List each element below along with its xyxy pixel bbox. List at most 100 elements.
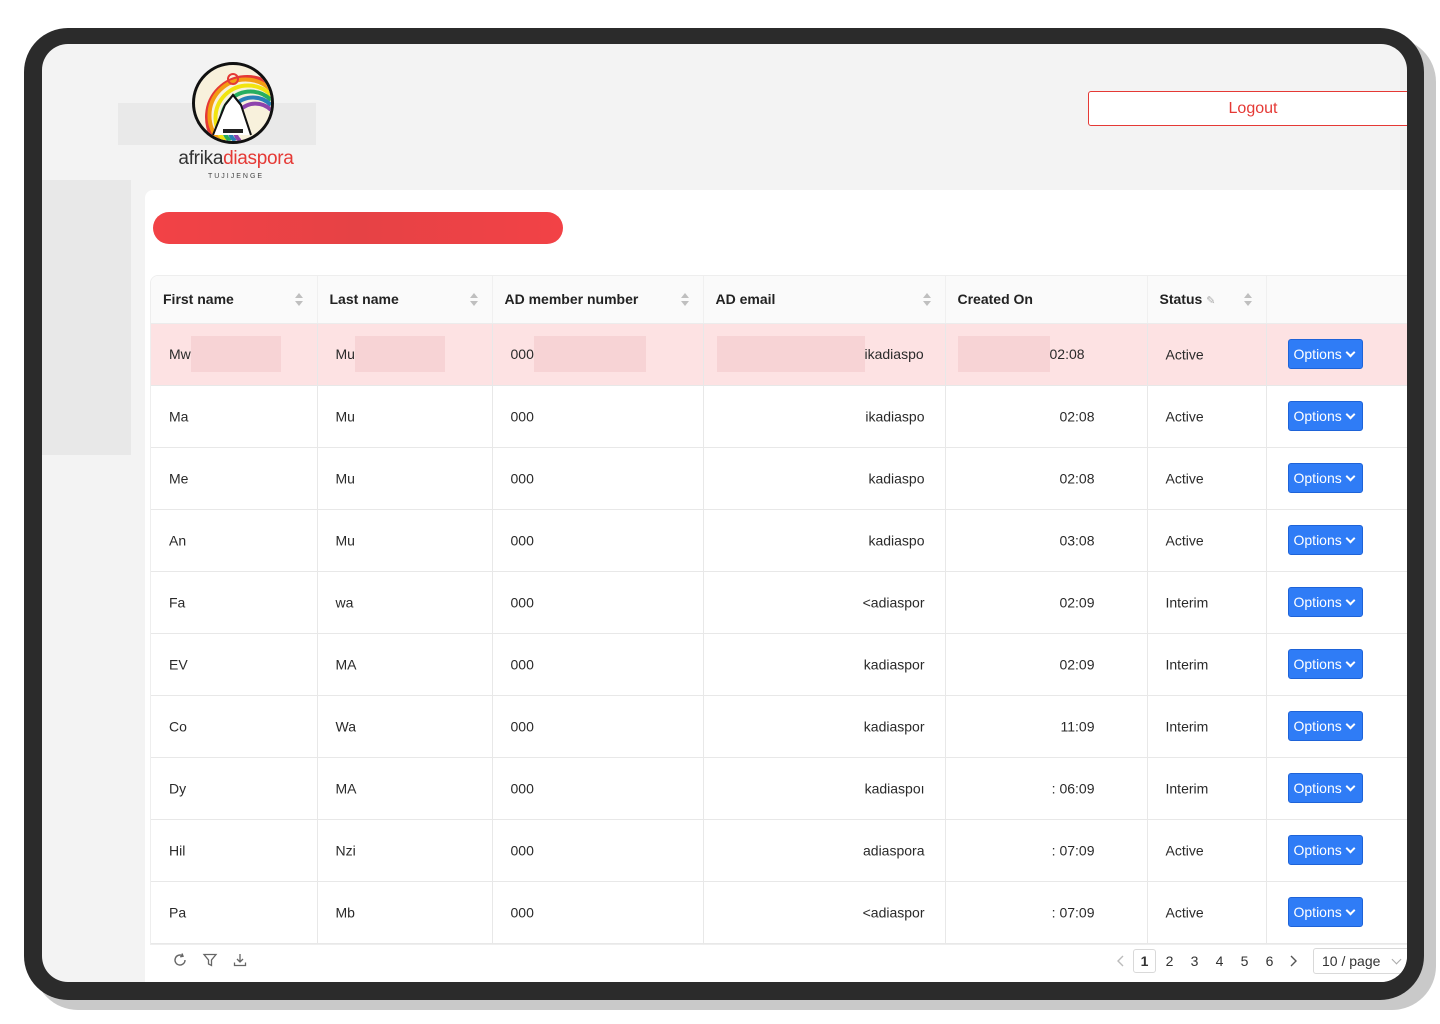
options-button-label: Options — [1293, 346, 1342, 362]
col-last-name[interactable]: Last name — [317, 276, 493, 324]
options-button[interactable]: Options — [1287, 525, 1363, 555]
page-size-select[interactable]: 10 / page — [1313, 948, 1407, 974]
chevron-left-icon[interactable] — [1111, 949, 1131, 973]
cell-member-value: 000 — [510, 904, 534, 921]
sort-icon[interactable] — [922, 293, 931, 307]
cell-created: 02:09 — [945, 633, 1148, 696]
options-button[interactable]: Options — [1287, 401, 1363, 431]
cell-status-value: Interim — [1165, 780, 1209, 797]
cell-created: : 07:09 — [945, 819, 1148, 882]
download-icon[interactable] — [232, 952, 248, 973]
cell-actions: Options — [1266, 509, 1407, 572]
cell-status: Active — [1147, 819, 1267, 882]
cell-first: Ma — [151, 385, 318, 448]
cell-status: Active — [1147, 323, 1267, 386]
page-1[interactable]: 1 — [1133, 949, 1156, 973]
cell-member-value: 000 — [510, 842, 534, 859]
cell-status-value: Active — [1165, 470, 1204, 487]
options-button[interactable]: Options — [1287, 711, 1363, 741]
page-size-label: 10 / page — [1322, 953, 1381, 969]
col-created-on: Created On — [945, 276, 1148, 324]
options-button[interactable]: Options — [1287, 463, 1363, 493]
options-button[interactable]: Options — [1287, 835, 1363, 865]
table-row: An Mu 000 kadiaspo 03:08 Active Options — [151, 509, 1407, 572]
options-button[interactable]: Options — [1287, 339, 1363, 369]
page-3[interactable]: 3 — [1183, 949, 1206, 973]
cell-first: An — [151, 509, 318, 572]
cell-actions: Options — [1266, 571, 1407, 634]
cell-member: 000 — [492, 571, 704, 634]
options-button-label: Options — [1293, 470, 1342, 486]
col-status[interactable]: Status ✎ — [1147, 276, 1267, 324]
cell-last: Mu — [317, 447, 493, 510]
cell-email-value: kadiaspor — [863, 718, 925, 735]
chevron-down-icon — [1345, 409, 1356, 419]
cell-last-value: MA — [335, 780, 357, 797]
cell-member: 000 — [492, 819, 704, 882]
col-first-name[interactable]: First name — [151, 276, 318, 324]
cell-created-value: 02:08 — [1059, 470, 1095, 487]
options-button[interactable]: Options — [1287, 897, 1363, 927]
col-first-name-label: First name — [163, 291, 234, 308]
chevron-down-icon — [1345, 595, 1356, 605]
cell-created-value: : 07:09 — [1051, 904, 1095, 921]
cell-status-value: Active — [1165, 346, 1204, 363]
cell-email: kadiaspor — [703, 633, 946, 696]
cell-created: 02:08 — [945, 385, 1148, 448]
cell-created: : 07:09 — [945, 881, 1148, 944]
cell-last: Wa — [317, 695, 493, 758]
cell-actions: Options — [1266, 323, 1407, 386]
cell-created: 03:08 — [945, 509, 1148, 572]
filter-icon[interactable] — [202, 952, 218, 973]
options-button-label: Options — [1293, 780, 1342, 796]
options-button[interactable]: Options — [1287, 649, 1363, 679]
col-member-number-label: AD member number — [504, 291, 639, 308]
logout-button[interactable]: Logout — [1088, 91, 1407, 126]
cell-member: 000 — [492, 695, 704, 758]
cell-created-value: 03:08 — [1059, 532, 1095, 549]
options-button-label: Options — [1293, 656, 1342, 672]
logo-tagline: TUJIJENGE — [207, 173, 265, 180]
chevron-down-icon — [1345, 347, 1356, 357]
cell-actions: Options — [1266, 633, 1407, 696]
page-numbers: 123456 — [1133, 949, 1281, 973]
options-button[interactable]: Options — [1287, 773, 1363, 803]
reload-icon[interactable] — [172, 952, 188, 973]
table-row: Co Wa 000 kadiaspor 11:09 Interim Options — [151, 695, 1407, 758]
cell-last: Mb — [317, 881, 493, 944]
redaction-mask — [716, 336, 865, 372]
options-button[interactable]: Options — [1287, 587, 1363, 617]
cell-first: Mw — [151, 323, 318, 386]
cell-status-value: Active — [1165, 532, 1204, 549]
chevron-right-icon[interactable] — [1283, 949, 1303, 973]
cell-member-value: 000 — [510, 780, 534, 797]
table-footer: 123456 10 / page — [150, 942, 1407, 982]
sort-icon[interactable] — [680, 293, 689, 307]
edit-icon[interactable]: ✎ — [1206, 294, 1215, 307]
page-6[interactable]: 6 — [1258, 949, 1281, 973]
page-4[interactable]: 4 — [1208, 949, 1231, 973]
cell-last-value: Mu — [335, 532, 355, 549]
cell-email: <adiaspor — [703, 571, 946, 634]
cell-status: Active — [1147, 881, 1267, 944]
cell-email-value: kadiaspo — [868, 470, 925, 487]
page-5[interactable]: 5 — [1233, 949, 1256, 973]
cell-created: : 06:09 — [945, 757, 1148, 820]
sort-icon[interactable] — [469, 293, 478, 307]
col-member-number[interactable]: AD member number — [492, 276, 704, 324]
cell-status: Active — [1147, 509, 1267, 572]
cell-email: kadiaspoı — [703, 757, 946, 820]
col-email[interactable]: AD email — [703, 276, 946, 324]
sort-icon[interactable] — [294, 293, 303, 307]
cell-created-value: 02:08 — [1059, 408, 1095, 425]
sort-icon[interactable] — [1243, 293, 1252, 307]
redaction-mask — [533, 336, 646, 372]
cell-created-value: 02:08 — [1049, 346, 1085, 362]
cell-status-value: Active — [1165, 904, 1204, 921]
cell-first-value: Co — [169, 718, 187, 735]
cell-member: 000 — [492, 447, 704, 510]
cell-first-value: Hil — [169, 842, 186, 859]
page-2[interactable]: 2 — [1158, 949, 1181, 973]
cell-status: Active — [1147, 385, 1267, 448]
cell-email-value: kadiaspo — [868, 532, 925, 549]
